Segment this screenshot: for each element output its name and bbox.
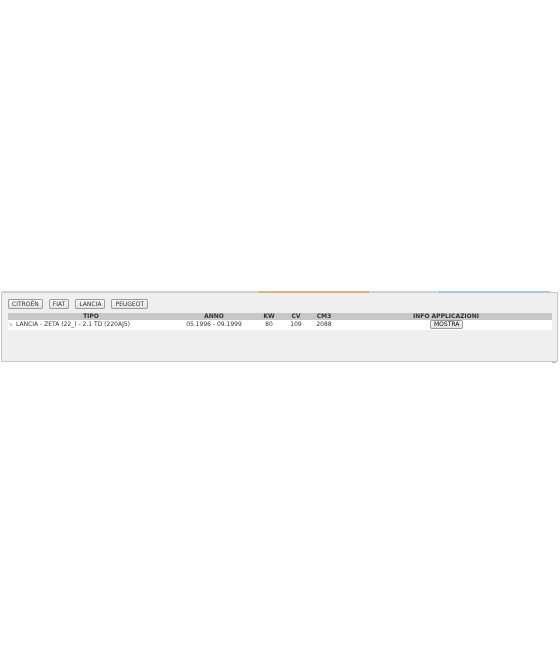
- results-panel: CITROËN FIAT LANCIA PEUGEOT TIPO ANNO KW…: [1, 291, 559, 363]
- cell-kw: 80: [265, 321, 273, 328]
- brand-button-citroen[interactable]: CITROËN: [8, 299, 43, 309]
- cell-tipo: LANCIA - ZETA (22_) - 2.1 TD (220AJ5): [16, 321, 130, 328]
- col-header-kw: KW: [263, 313, 275, 320]
- table-header: TIPO ANNO KW CV CM3 INFO APPLICAZIONI: [8, 313, 552, 320]
- brand-button-peugeot[interactable]: PEUGEOT: [111, 299, 149, 309]
- col-header-tipo: TIPO: [83, 313, 99, 320]
- cell-cm3: 2088: [316, 321, 332, 328]
- vehicle-table: TIPO ANNO KW CV CM3 INFO APPLICAZIONI ➘ …: [8, 313, 552, 330]
- cell-anno: 05.1996 - 09.1999: [186, 321, 242, 328]
- cell-cv: 109: [290, 321, 302, 328]
- show-applications-button[interactable]: MOSTRA: [430, 320, 464, 329]
- tab-strip: [2, 291, 559, 294]
- col-header-cm3: CM3: [316, 313, 332, 320]
- tab-highlight[interactable]: [438, 291, 550, 293]
- brand-button-fiat[interactable]: FIAT: [48, 299, 70, 309]
- brand-filter-bar: CITROËN FIAT LANCIA PEUGEOT: [8, 299, 149, 309]
- arrow-right-icon: ➘: [8, 321, 14, 328]
- table-row[interactable]: ➘ LANCIA - ZETA (22_) - 2.1 TD (220AJ5) …: [8, 320, 552, 330]
- col-header-anno: ANNO: [204, 313, 224, 320]
- brand-button-lancia[interactable]: LANCIA: [75, 299, 106, 309]
- col-header-cv: CV: [291, 313, 301, 320]
- resize-handle[interactable]: [552, 362, 556, 363]
- tab-inactive-left[interactable]: [2, 291, 257, 293]
- tab-active[interactable]: [258, 291, 370, 293]
- tab-inactive-middle[interactable]: [371, 291, 437, 293]
- col-header-info: INFO APPLICAZIONI: [413, 313, 480, 320]
